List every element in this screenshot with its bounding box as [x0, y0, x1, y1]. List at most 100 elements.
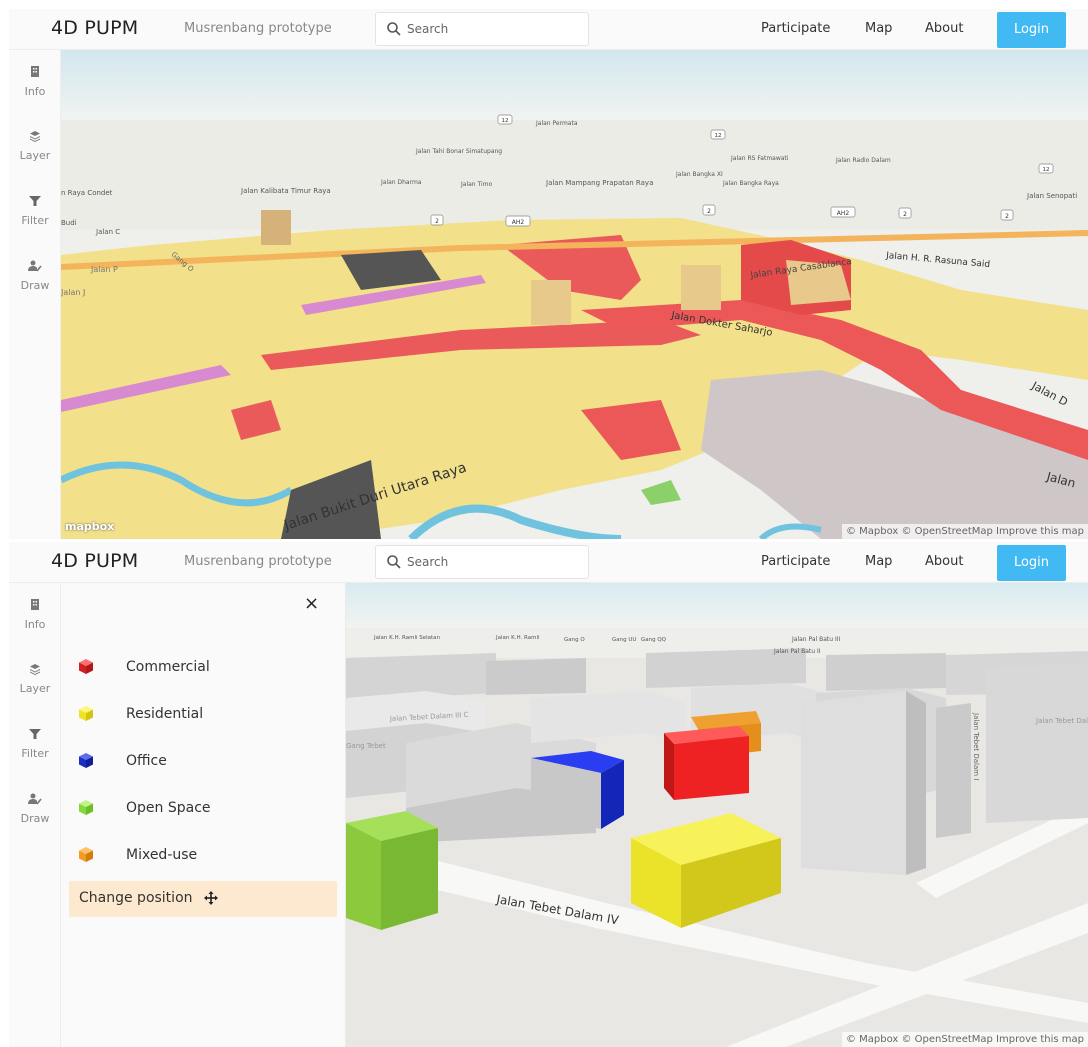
- street-label: Jalan Tahi Bonar Simatupang: [415, 148, 502, 155]
- top-screen: 4D PUPM Musrenbang prototype Search Part…: [9, 9, 1088, 539]
- filter-icon: [29, 729, 41, 739]
- sidebar-item-layer[interactable]: Layer: [9, 130, 61, 163]
- map-attribution[interactable]: © Mapbox © OpenStreetMap Improve this ma…: [841, 1032, 1088, 1047]
- legend-label: Office: [126, 753, 167, 769]
- search-input[interactable]: Search: [375, 12, 589, 46]
- street-label: Jalan K.H. Ramli Selatan: [373, 635, 441, 641]
- svg-text:2: 2: [707, 208, 711, 215]
- street-label: Jalan Kalibata Timur Raya: [240, 187, 331, 195]
- svg-text:2: 2: [903, 211, 907, 218]
- road-shield: 2: [702, 204, 716, 216]
- sidebar-item-label: Filter: [21, 747, 49, 760]
- svg-text:12: 12: [715, 133, 722, 139]
- road-shield: 2: [898, 207, 912, 219]
- sidebar-item-label: Draw: [20, 279, 50, 292]
- map-render: Jalan Permata Jalan Tahi Bonar Simatupan…: [61, 50, 1088, 539]
- change-position-label: Change position: [79, 890, 193, 906]
- cube-icon: [79, 659, 93, 674]
- building-icon: [31, 599, 39, 610]
- filter-icon: [29, 196, 41, 206]
- legend-label: Commercial: [126, 659, 210, 675]
- search-icon: [387, 555, 401, 569]
- change-position-button[interactable]: Change position: [69, 881, 337, 917]
- sidebar-item-label: Draw: [20, 812, 50, 825]
- sidebar-item-info[interactable]: Info: [9, 598, 61, 632]
- nav-participate[interactable]: Participate: [761, 554, 830, 569]
- app-subtitle: Musrenbang prototype: [184, 21, 332, 36]
- map-attribution[interactable]: © Mapbox © OpenStreetMap Improve this ma…: [841, 524, 1088, 539]
- street-label: Jalan C: [95, 228, 120, 236]
- street-label: Jalan RS Fatmawati: [730, 155, 789, 162]
- sidebar-item-layer[interactable]: Layer: [9, 663, 61, 696]
- move-icon: [204, 891, 218, 905]
- sidebar-item-filter[interactable]: Filter: [9, 728, 61, 761]
- svg-text:12: 12: [502, 118, 509, 124]
- close-icon[interactable]: ×: [304, 593, 319, 614]
- nav-about[interactable]: About: [925, 21, 963, 36]
- street-label: Gang O: [564, 637, 585, 643]
- nav-about[interactable]: About: [925, 554, 963, 569]
- sidebar-item-label: Layer: [19, 149, 51, 162]
- road-shield: 2: [1000, 209, 1014, 221]
- layers-icon: [30, 131, 40, 142]
- street-label: Jalan Radio Dalam: [835, 157, 891, 164]
- street-label: Gang UU: [612, 637, 636, 643]
- sidebar-item-label: Info: [24, 618, 46, 631]
- map-canvas-3d-buildings[interactable]: Jalan K.H. Ramli Selatan Jalan K.H. Raml…: [346, 583, 1088, 1047]
- road-shield: 12: [1038, 163, 1054, 174]
- legend-label: Mixed-use: [126, 847, 198, 863]
- search-placeholder: Search: [407, 22, 449, 36]
- login-button[interactable]: Login: [997, 545, 1066, 581]
- sidebar-item-info[interactable]: Info: [9, 65, 61, 99]
- svg-text:2: 2: [1005, 213, 1009, 220]
- street-label: Jalan K.H. Ramli: [495, 635, 540, 641]
- cube-icon: [79, 847, 93, 862]
- map-render: Jalan K.H. Ramli Selatan Jalan K.H. Raml…: [346, 583, 1088, 1047]
- svg-text:AH2: AH2: [837, 210, 850, 217]
- road-shield: AH2: [830, 206, 856, 218]
- search-placeholder: Search: [407, 555, 449, 569]
- street-label: Jalan Tebet Dalam I: [972, 712, 980, 780]
- sidebar: Info Layer Filter Draw: [9, 50, 61, 539]
- user-edit-icon: [28, 260, 42, 272]
- street-label: n Raya Condet: [61, 189, 113, 197]
- brand-logo[interactable]: 4D PUPM: [51, 17, 138, 39]
- sidebar-item-label: Layer: [19, 682, 51, 695]
- sidebar-item-draw[interactable]: Draw: [9, 793, 61, 826]
- cube-icon: [79, 800, 93, 815]
- svg-text:AH2: AH2: [512, 219, 525, 226]
- legend-label: Residential: [126, 706, 204, 722]
- street-label: Jalan Bangka XI: [675, 171, 723, 178]
- street-label: Jalan Senopati: [1026, 192, 1077, 200]
- sidebar-item-label: Filter: [21, 214, 49, 227]
- navbar: 4D PUPM Musrenbang prototype Search Part…: [9, 9, 1088, 50]
- street-label: Gang QQ: [641, 637, 667, 643]
- search-input[interactable]: Search: [375, 545, 589, 579]
- road-shield: AH2: [505, 215, 531, 227]
- sidebar-item-draw[interactable]: Draw: [9, 260, 61, 293]
- nav-map[interactable]: Map: [865, 554, 892, 569]
- street-label: Budi: [61, 219, 77, 227]
- app-subtitle: Musrenbang prototype: [184, 554, 332, 569]
- login-button[interactable]: Login: [997, 12, 1066, 48]
- street-label: Jalan Permata: [535, 120, 578, 127]
- navbar: 4D PUPM Musrenbang prototype Search Part…: [9, 542, 1088, 583]
- road-shield: 12: [497, 114, 513, 125]
- sidebar-item-filter[interactable]: Filter: [9, 195, 61, 228]
- street-label: Gang Tebet: [346, 742, 386, 750]
- nav-map[interactable]: Map: [865, 21, 892, 36]
- mapbox-logo[interactable]: mapbox: [65, 520, 114, 533]
- brand-logo[interactable]: 4D PUPM: [51, 550, 138, 572]
- user-edit-icon: [28, 793, 42, 805]
- map-canvas-3d[interactable]: Jalan Permata Jalan Tahi Bonar Simatupan…: [61, 50, 1088, 539]
- cube-icon: [79, 753, 93, 768]
- building-icon: [31, 66, 39, 77]
- nav-participate[interactable]: Participate: [761, 21, 830, 36]
- street-label: Jalan Mampang Prapatan Raya: [545, 179, 653, 187]
- svg-text:12: 12: [1043, 167, 1050, 173]
- layers-icon: [30, 664, 40, 675]
- bottom-screen: 4D PUPM Musrenbang prototype Search Part…: [9, 542, 1088, 1047]
- street-label: Jalan Tebet Dalam: [1035, 717, 1088, 725]
- street-label: Jalan J: [61, 288, 85, 297]
- street-label: Jalan P: [90, 265, 118, 274]
